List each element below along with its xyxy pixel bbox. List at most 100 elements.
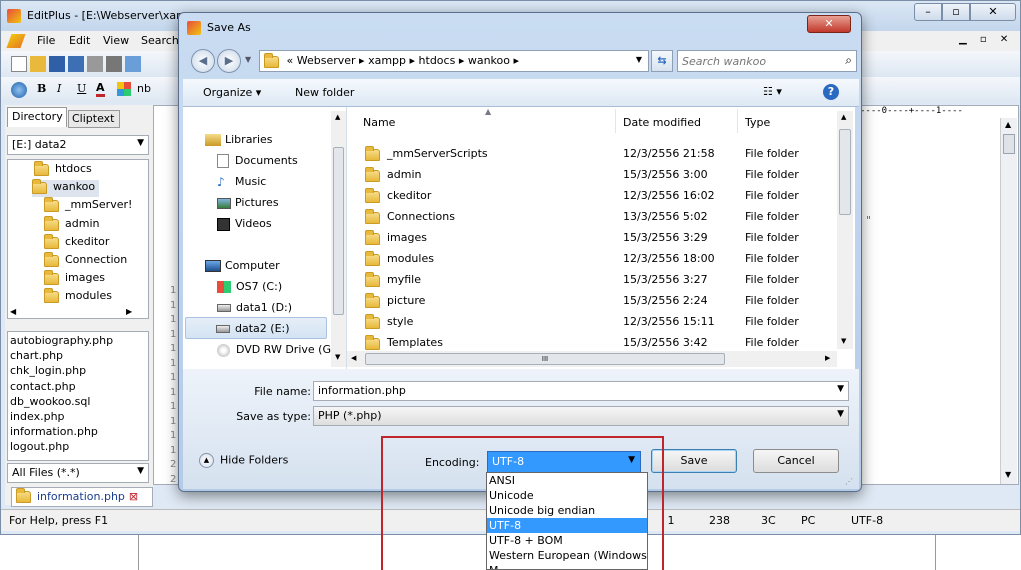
color-grid-icon[interactable] xyxy=(117,82,131,96)
nav-drive-e[interactable]: data2 (E:) xyxy=(185,317,327,339)
scroll-up-icon[interactable]: ▲ xyxy=(841,113,846,121)
chevron-down-icon[interactable]: ▼ xyxy=(837,384,844,394)
breadcrumb-webserver[interactable]: « Webserver xyxy=(287,54,356,67)
nav-scrollbar[interactable]: ▲ ▼ xyxy=(331,111,346,367)
browser-icon[interactable] xyxy=(11,82,27,98)
organize-button[interactable]: Organize ▾ xyxy=(203,86,261,99)
cancel-button[interactable]: Cancel xyxy=(753,449,839,473)
address-bar[interactable]: « Webserver ▸ xampp ▸ htdocs ▸ wankoo ▸ … xyxy=(259,50,649,72)
print-preview-icon[interactable] xyxy=(87,56,103,72)
bold-button[interactable]: B xyxy=(37,82,46,95)
forward-button[interactable]: ▶ xyxy=(217,49,241,73)
refresh-button[interactable]: ⇆ xyxy=(651,50,673,72)
spellcheck-icon[interactable] xyxy=(125,56,141,72)
nav-documents[interactable]: Documents xyxy=(217,154,298,168)
menu-search[interactable]: Search xyxy=(141,34,179,47)
sidebar-file-item[interactable]: db_wookoo.sql xyxy=(10,394,146,409)
scroll-left-icon[interactable]: ◀ xyxy=(351,354,356,362)
sidebar-tab-directory[interactable]: Directory xyxy=(7,107,67,127)
tree-item[interactable]: admin xyxy=(44,215,99,234)
sidebar-tab-cliptext[interactable]: Cliptext xyxy=(68,110,120,128)
search-box[interactable]: ⌕ xyxy=(677,50,857,72)
nav-computer[interactable]: Computer xyxy=(205,259,280,272)
print-icon[interactable] xyxy=(106,56,122,72)
underline-button[interactable]: U xyxy=(77,82,86,95)
column-header-date[interactable]: Date modified xyxy=(623,116,701,129)
chevron-down-icon[interactable]: ▼ xyxy=(837,409,844,419)
scroll-down-icon[interactable]: ▼ xyxy=(1005,470,1011,479)
filter-select[interactable]: All Files (*.*) ▼ xyxy=(7,463,149,483)
sidebar-file-item[interactable]: information.php xyxy=(10,424,146,439)
minimize-button[interactable]: – xyxy=(914,3,942,21)
help-icon[interactable]: ? xyxy=(823,84,839,100)
file-row[interactable]: style 12/3/2556 15:11 File folder xyxy=(347,311,835,332)
save-type-select[interactable]: PHP (*.php) ▼ xyxy=(313,406,849,426)
search-input[interactable] xyxy=(682,52,832,70)
sidebar-file-item[interactable]: chk_login.php xyxy=(10,363,146,378)
dialog-close-button[interactable]: ✕ xyxy=(807,15,851,33)
new-folder-button[interactable]: New folder xyxy=(295,86,354,99)
breadcrumb-wankoo[interactable]: wankoo xyxy=(468,54,510,67)
italic-button[interactable]: I xyxy=(57,82,61,95)
scroll-thumb[interactable] xyxy=(333,147,344,315)
scroll-down-icon[interactable]: ▼ xyxy=(335,353,340,361)
tree-item[interactable]: images xyxy=(44,270,105,288)
nbsp-button[interactable]: nb xyxy=(137,82,151,95)
scroll-up-icon[interactable]: ▲ xyxy=(1005,120,1011,129)
file-row[interactable]: picture 15/3/2556 2:24 File folder xyxy=(347,290,835,311)
file-name-field[interactable]: information.php ▼ xyxy=(313,381,849,401)
hscroll-thumb[interactable]: III xyxy=(365,353,725,365)
editor-vscrollbar[interactable]: ▲ ▼ xyxy=(1000,118,1017,484)
menu-view[interactable]: View xyxy=(103,34,129,47)
scroll-up-icon[interactable]: ▲ xyxy=(335,113,340,121)
address-dropdown-icon[interactable]: ▼ xyxy=(636,55,642,64)
scroll-down-icon[interactable]: ▼ xyxy=(841,337,846,345)
tree-item[interactable]: htdocs xyxy=(34,161,92,179)
file-row[interactable]: modules 12/3/2556 18:00 File folder xyxy=(347,248,835,269)
tree-item[interactable]: wankoo xyxy=(32,179,100,198)
scroll-right-icon[interactable]: ▶ xyxy=(825,354,830,362)
tree-item[interactable]: Connection xyxy=(44,252,127,270)
nav-drive-g[interactable]: DVD RW Drive (G xyxy=(217,343,331,357)
column-header-type[interactable]: Type xyxy=(745,116,770,129)
hide-folders-button[interactable]: ▲ Hide Folders xyxy=(199,453,288,468)
history-dropdown-icon[interactable]: ▼ xyxy=(245,55,251,64)
column-header-name[interactable]: Name xyxy=(363,116,395,129)
sidebar-file-item[interactable]: index.php xyxy=(10,409,146,424)
back-button[interactable]: ◀ xyxy=(191,49,215,73)
list-vscrollbar[interactable]: ▲ ▼ xyxy=(837,111,853,349)
file-row[interactable]: ckeditor 12/3/2556 16:02 File folder xyxy=(347,185,835,206)
search-icon[interactable]: ⌕ xyxy=(845,53,852,68)
save-all-icon[interactable] xyxy=(68,56,84,72)
open-folder-icon[interactable] xyxy=(30,56,46,72)
nav-videos[interactable]: Videos xyxy=(217,217,272,231)
file-row[interactable]: Connections 13/3/2556 5:02 File folder xyxy=(347,206,835,227)
scroll-thumb[interactable] xyxy=(1003,134,1015,154)
sidebar-file-item[interactable]: autobiography.php xyxy=(10,333,146,348)
maximize-button[interactable]: ▫ xyxy=(942,3,970,21)
sidebar-file-item[interactable]: logout.php xyxy=(10,439,146,454)
sidebar-file-item[interactable]: contact.php xyxy=(10,379,146,394)
tree-item[interactable]: _mmServer! xyxy=(44,197,132,215)
file-row[interactable]: images 15/3/2556 3:29 File folder xyxy=(347,227,835,248)
tree-scroll-right-icon[interactable]: ▶ xyxy=(126,307,132,316)
font-color-button[interactable]: A xyxy=(96,81,105,97)
file-row[interactable]: admin 15/3/2556 3:00 File folder xyxy=(347,164,835,185)
sidebar-file-item[interactable]: chart.php xyxy=(10,348,146,363)
file-row[interactable]: _mmServerScripts 12/3/2556 21:58 File fold… xyxy=(347,143,835,164)
tree-item[interactable]: modules xyxy=(44,288,112,306)
menu-file[interactable]: File xyxy=(37,34,55,47)
tree-scroll-left-icon[interactable]: ◀ xyxy=(10,307,16,316)
file-row[interactable]: Templates 15/3/2556 3:42 File folder xyxy=(347,332,835,353)
drive-select[interactable]: [E:] data2 ▼ xyxy=(7,135,149,155)
nav-music[interactable]: ♪ Music xyxy=(217,175,266,189)
close-tab-icon[interactable]: ⊠ xyxy=(129,490,138,503)
new-file-icon[interactable] xyxy=(11,56,27,72)
nav-pictures[interactable]: Pictures xyxy=(217,196,279,209)
tree-item[interactable]: ckeditor xyxy=(44,233,109,252)
menu-edit[interactable]: Edit xyxy=(69,34,90,47)
breadcrumb-htdocs[interactable]: htdocs xyxy=(419,54,456,67)
list-hscrollbar[interactable]: ◀ III ▶ xyxy=(347,351,837,367)
breadcrumb-xampp[interactable]: xampp xyxy=(368,54,406,67)
resize-grip-icon[interactable]: ⋰ xyxy=(845,477,853,486)
